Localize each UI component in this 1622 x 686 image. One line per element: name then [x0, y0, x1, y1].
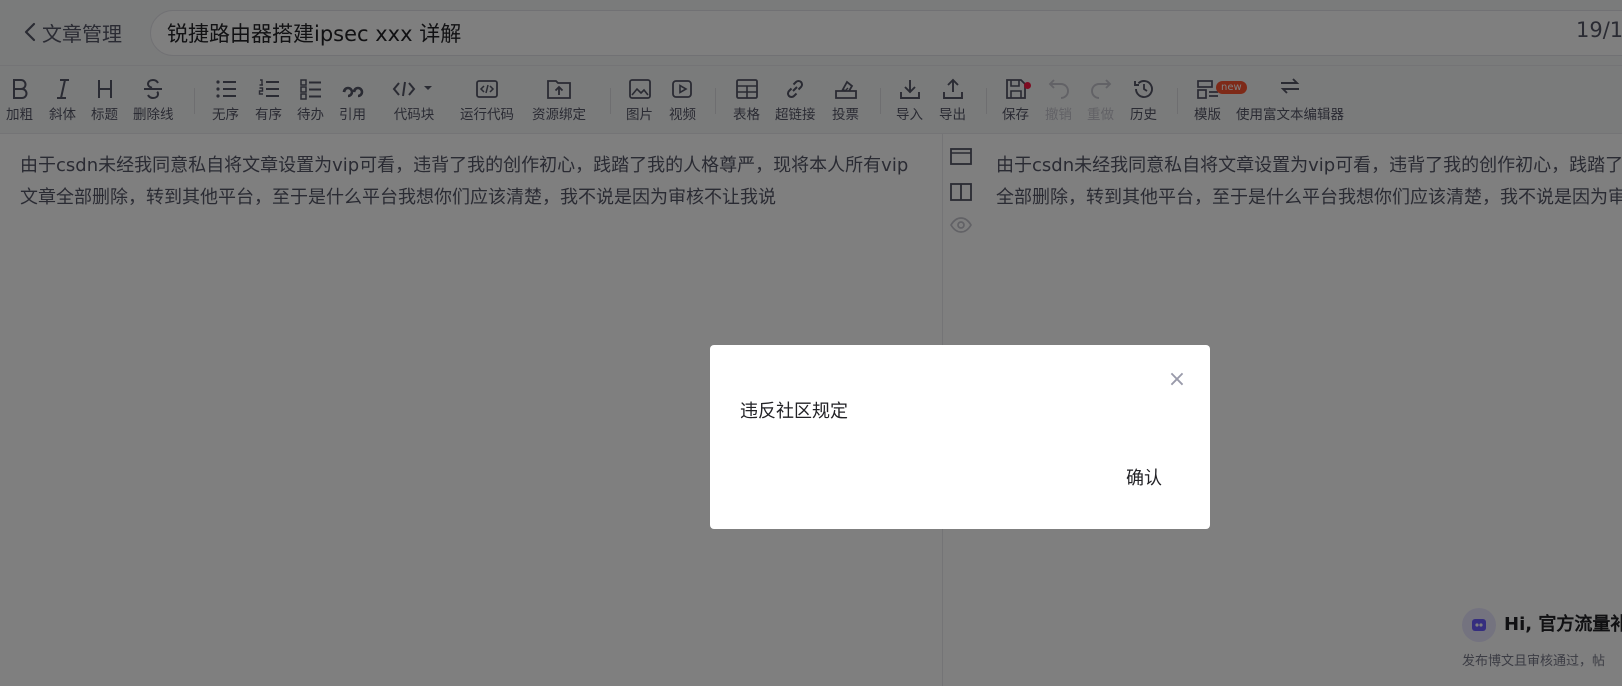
dialog-message: 违反社区规定	[740, 401, 848, 422]
editor-app: 文章管理 锐捷路由器搭建ipsec xxx 详解 19/1 加粗 斜体 标题	[0, 0, 1622, 686]
confirm-button[interactable]: 确认	[1120, 463, 1168, 491]
close-icon[interactable]: ×	[1166, 369, 1188, 391]
violation-dialog: × 违反社区规定 确认	[710, 345, 1210, 529]
modal-overlay[interactable]	[0, 0, 1622, 686]
